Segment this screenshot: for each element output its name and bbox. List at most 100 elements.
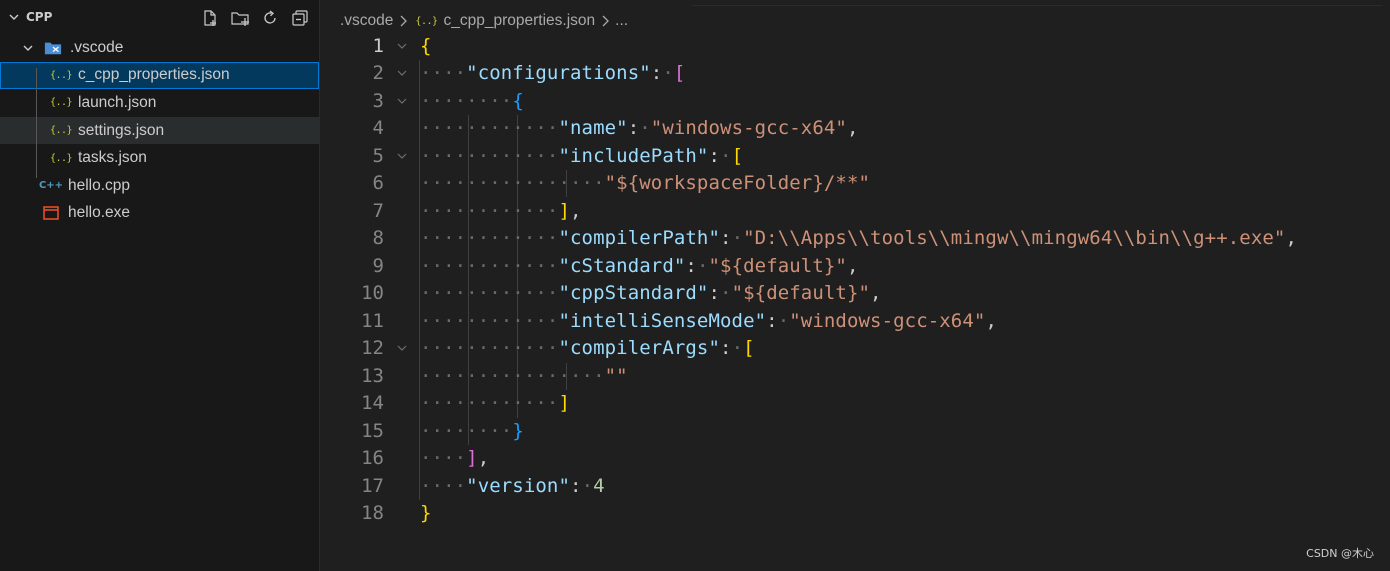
code-text: } bbox=[420, 502, 432, 525]
code-text: ············"name":·"windows-gcc-x64", bbox=[420, 117, 859, 140]
fold-chevron-icon[interactable] bbox=[384, 60, 420, 87]
chevron-down-icon[interactable] bbox=[6, 9, 22, 25]
code-text: ············"compilerArgs":·[ bbox=[420, 337, 755, 360]
code-line: 15 ········} bbox=[320, 417, 1390, 445]
fold-gutter bbox=[384, 362, 420, 389]
tree-file-hello-exe[interactable]: hello.exe bbox=[0, 200, 319, 228]
json-file-icon: {..} bbox=[49, 152, 73, 164]
breadcrumb-more[interactable]: ... bbox=[615, 12, 628, 30]
breadcrumb: .vscode {..} c_cpp_properties.json ... bbox=[340, 10, 628, 32]
line-number: 7 bbox=[372, 199, 384, 222]
fold-gutter bbox=[384, 225, 420, 252]
line-number: 5 bbox=[372, 144, 384, 167]
line-number: 17 bbox=[361, 474, 384, 497]
code-line: 12 ············"compilerArgs":·[ bbox=[320, 335, 1390, 363]
json-file-icon: {..} bbox=[49, 125, 73, 137]
explorer-actions bbox=[199, 7, 311, 29]
watermark: CSDN @木心 bbox=[1306, 547, 1374, 560]
fold-chevron-icon[interactable] bbox=[384, 87, 420, 114]
breadcrumb-file[interactable]: c_cpp_properties.json bbox=[444, 12, 596, 30]
breadcrumb-folder[interactable]: .vscode bbox=[340, 12, 393, 30]
editor-area[interactable]: .vscode {..} c_cpp_properties.json ... 1… bbox=[320, 0, 1390, 571]
line-number: 10 bbox=[361, 282, 384, 305]
tree-file-settings[interactable]: {..} settings.json bbox=[0, 116, 319, 145]
cpp-file-icon: C++ bbox=[38, 180, 64, 192]
tree-folder-vscode[interactable]: .vscode bbox=[0, 34, 319, 62]
fold-gutter bbox=[384, 417, 420, 444]
code-line: 13 ················"" bbox=[320, 362, 1390, 390]
code-editor[interactable]: 1 { 2 ····"configurations":·[ 3 ········… bbox=[320, 32, 1390, 527]
code-text: ········} bbox=[420, 419, 524, 442]
line-number: 8 bbox=[372, 227, 384, 250]
code-line: 14 ············] bbox=[320, 390, 1390, 418]
line-number: 1 bbox=[372, 34, 384, 57]
fold-gutter bbox=[384, 252, 420, 279]
tree-item-label: hello.exe bbox=[68, 204, 131, 222]
code-line: 5 ············"includePath":·[ bbox=[320, 142, 1390, 170]
explorer-header[interactable]: CPP bbox=[0, 0, 319, 34]
fold-gutter bbox=[384, 500, 420, 527]
tree-file-tasks[interactable]: {..} tasks.json bbox=[0, 144, 319, 172]
line-number: 14 bbox=[361, 392, 384, 415]
code-line: 10 ············"cppStandard":·"${default… bbox=[320, 280, 1390, 308]
line-number: 15 bbox=[361, 419, 384, 442]
code-line: 6 ················"${workspaceFolder}/**… bbox=[320, 170, 1390, 198]
line-number: 13 bbox=[361, 364, 384, 387]
fold-gutter bbox=[384, 197, 420, 224]
code-text: ····], bbox=[420, 447, 490, 470]
code-text: ············"includePath":·[ bbox=[420, 144, 744, 167]
code-line: 9 ············"cStandard":·"${default}", bbox=[320, 252, 1390, 280]
fold-gutter bbox=[384, 390, 420, 417]
chevron-down-icon[interactable] bbox=[20, 40, 36, 56]
tree-item-label: launch.json bbox=[78, 93, 157, 111]
refresh-icon[interactable] bbox=[259, 7, 281, 29]
code-line: 7 ············], bbox=[320, 197, 1390, 225]
chevron-right-icon bbox=[598, 15, 612, 27]
line-number: 9 bbox=[372, 254, 384, 277]
tree-file-c-cpp-properties[interactable]: {..} c_cpp_properties.json bbox=[0, 61, 319, 90]
collapse-all-icon[interactable] bbox=[289, 7, 311, 29]
tab-bar-edge bbox=[692, 0, 1382, 6]
code-text: ················"" bbox=[420, 364, 628, 387]
code-text: ············"compilerPath":·"D:\\Apps\\t… bbox=[420, 227, 1297, 250]
code-text: ············"cppStandard":·"${default}", bbox=[420, 282, 882, 305]
json-file-icon: {..} bbox=[49, 69, 73, 81]
fold-chevron-icon[interactable] bbox=[384, 335, 420, 362]
code-text: ········{ bbox=[420, 89, 524, 112]
tree-item-label: c_cpp_properties.json bbox=[78, 66, 230, 84]
chevron-right-icon bbox=[396, 15, 410, 27]
file-tree: .vscode {..} c_cpp_properties.json {..} … bbox=[0, 34, 319, 227]
tree-indent-guide bbox=[36, 68, 37, 178]
json-file-icon: {..} bbox=[49, 97, 73, 109]
line-number: 6 bbox=[372, 172, 384, 195]
new-folder-icon[interactable] bbox=[229, 7, 251, 29]
code-text: ············"cStandard":·"${default}", bbox=[420, 254, 859, 277]
code-line: 11 ············"intelliSenseMode":·"wind… bbox=[320, 307, 1390, 335]
code-line: 3 ········{ bbox=[320, 87, 1390, 115]
code-text: ············] bbox=[420, 392, 571, 415]
fold-chevron-icon[interactable] bbox=[384, 32, 420, 59]
new-file-icon[interactable] bbox=[199, 7, 221, 29]
code-text: ················"${workspaceFolder}/**" bbox=[420, 172, 871, 195]
code-line: 17 ····"version":·4 bbox=[320, 472, 1390, 500]
fold-gutter bbox=[384, 280, 420, 307]
exe-file-icon bbox=[42, 205, 60, 221]
tree-item-label: tasks.json bbox=[78, 149, 147, 167]
line-number: 3 bbox=[372, 89, 384, 112]
code-line: 8 ············"compilerPath":·"D:\\Apps\… bbox=[320, 225, 1390, 253]
code-text: ············"intelliSenseMode":·"windows… bbox=[420, 309, 997, 332]
fold-gutter bbox=[384, 307, 420, 334]
fold-chevron-icon[interactable] bbox=[384, 142, 420, 169]
tree-item-label: hello.cpp bbox=[68, 176, 131, 194]
tree-file-launch[interactable]: {..} launch.json bbox=[0, 89, 319, 117]
line-number: 4 bbox=[372, 117, 384, 140]
code-line: 1 { bbox=[320, 32, 1390, 60]
code-line: 18 } bbox=[320, 500, 1390, 528]
tree-file-hello-cpp[interactable]: C++ hello.cpp bbox=[0, 172, 319, 200]
code-line: 16 ····], bbox=[320, 445, 1390, 473]
fold-gutter bbox=[384, 170, 420, 197]
code-text: ············], bbox=[420, 199, 582, 222]
line-number: 12 bbox=[361, 337, 384, 360]
code-text: ····"configurations":·[ bbox=[420, 62, 686, 85]
line-number: 11 bbox=[361, 309, 384, 332]
